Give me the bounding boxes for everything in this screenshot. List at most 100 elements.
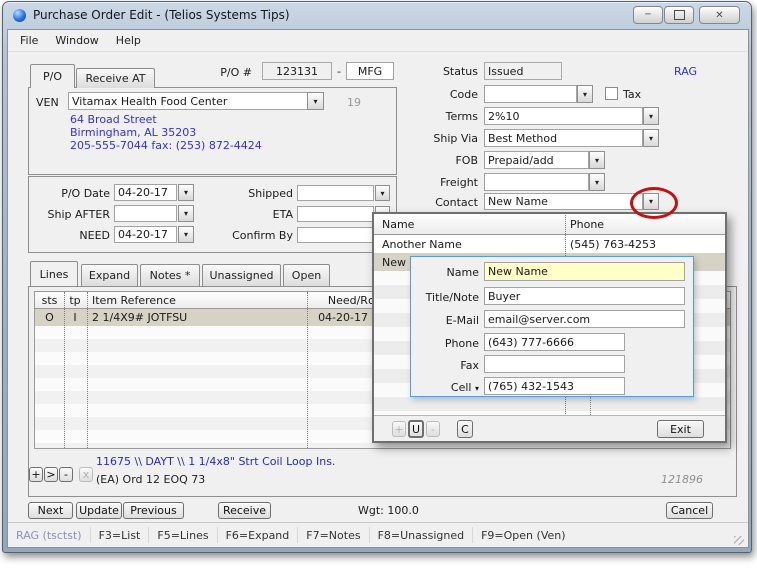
col-sts: sts <box>36 294 63 307</box>
row-tp: I <box>64 311 86 324</box>
tab-lines[interactable]: Lines <box>30 261 78 286</box>
x-icon: x <box>83 468 90 481</box>
ship-after-dropdown-button[interactable]: ▾ <box>178 205 194 222</box>
po-date-dropdown-button[interactable]: ▾ <box>178 184 194 201</box>
c-icon: C <box>461 423 469 436</box>
annotation-circle <box>630 187 678 219</box>
need-dropdown-button[interactable]: ▾ <box>178 226 194 243</box>
code-field[interactable] <box>484 85 577 103</box>
title-note-input[interactable]: Buyer <box>484 287 685 305</box>
screen: Purchase Order Edit - (Telios Systems Ti… <box>0 0 757 569</box>
ship-via-field[interactable]: Best Method <box>484 129 643 147</box>
rag-link[interactable]: RAG <box>674 65 697 78</box>
cancel-button[interactable]: Cancel <box>666 502 713 519</box>
contact-update-button[interactable]: U <box>408 420 424 438</box>
code-dropdown-button[interactable]: ▾ <box>577 85 593 103</box>
ship-after-label: Ship AFTER <box>28 208 110 221</box>
phone-input[interactable]: (643) 777-6666 <box>484 333 625 351</box>
line-add-button[interactable]: + <box>29 467 43 482</box>
po-date-field[interactable]: 04-20-17 <box>114 184 177 201</box>
contact-name-input[interactable]: New Name <box>484 262 685 281</box>
ship-via-dropdown-button[interactable]: ▾ <box>643 129 659 147</box>
window-title: Purchase Order Edit - (Telios Systems Ti… <box>33 8 290 22</box>
tab-expand[interactable]: Expand <box>81 264 138 286</box>
column-divider <box>64 292 65 448</box>
tax-checkbox[interactable] <box>605 87 618 100</box>
title-note-label: Title/Note <box>390 291 479 304</box>
freight-dropdown-button[interactable]: ▾ <box>589 173 605 191</box>
menu-help[interactable]: Help <box>109 31 151 51</box>
column-divider <box>87 292 88 448</box>
ship-after-field[interactable] <box>114 205 177 222</box>
freight-field[interactable] <box>484 173 589 191</box>
po-suffix-field[interactable]: MFG <box>346 62 394 80</box>
shipped-dropdown-button[interactable]: ▾ <box>375 185 390 201</box>
tab-receive-at[interactable]: Receive AT <box>76 68 155 88</box>
next-button[interactable]: Next <box>28 502 73 519</box>
update-button[interactable]: Update <box>76 502 122 519</box>
fob-field[interactable]: Prepaid/add <box>484 151 589 169</box>
receive-button[interactable]: Receive <box>218 502 271 519</box>
freight-label: Freight <box>390 176 478 189</box>
menu-file[interactable]: File <box>13 31 48 51</box>
contact-remove-button[interactable]: - <box>426 421 440 437</box>
line-remove-button[interactable]: - <box>59 467 73 482</box>
po-number-field[interactable]: 123131 <box>262 62 332 80</box>
tab-open[interactable]: Open <box>283 264 330 286</box>
ship-via-value: Best Method <box>488 132 557 145</box>
shipped-field[interactable] <box>297 185 374 201</box>
contact-copy-button[interactable]: C <box>457 420 473 438</box>
menu-window[interactable]: Window <box>48 31 108 51</box>
tab-notes-label: Notes * <box>150 269 191 282</box>
contact-popup-header <box>374 214 725 235</box>
minus-icon: - <box>64 468 68 481</box>
email-input[interactable]: email@server.com <box>484 310 685 328</box>
statusbar-key-f6: F6=Expand <box>218 527 299 543</box>
chevron-down-icon: ▾ <box>595 156 599 165</box>
tab-po[interactable]: P/O <box>30 64 75 88</box>
close-icon: ✕ <box>715 10 723 21</box>
terms-field[interactable]: 2%10 <box>484 107 643 125</box>
cell-label-text: Cell <box>451 381 472 394</box>
chevron-down-icon: ▾ <box>649 112 653 121</box>
col-item-reference: Item Reference <box>92 294 176 307</box>
eta-field[interactable] <box>297 206 374 222</box>
line-delete-button[interactable]: x <box>79 467 93 482</box>
close-button[interactable]: ✕ <box>699 6 740 24</box>
fob-dropdown-button[interactable]: ▾ <box>589 151 605 169</box>
cell-input[interactable]: (765) 432-1543 <box>484 377 625 395</box>
previous-button[interactable]: Previous <box>123 502 184 519</box>
chevron-down-icon: ▾ <box>380 189 384 198</box>
chevron-down-icon: ▾ <box>184 209 188 218</box>
tab-notes[interactable]: Notes * <box>140 264 200 286</box>
contact-add-button[interactable]: + <box>392 421 406 437</box>
tab-open-label: Open <box>292 269 321 282</box>
terms-value: 2%10 <box>488 110 519 123</box>
exit-button[interactable]: Exit <box>657 420 704 438</box>
chevron-down-icon: ▾ <box>649 134 653 143</box>
fax-input[interactable] <box>484 355 625 373</box>
email-label: E-Mail <box>390 314 479 327</box>
terms-label: Terms <box>390 110 478 123</box>
row-sts: O <box>36 311 63 324</box>
line-next-button[interactable]: > <box>44 467 58 482</box>
contact-field[interactable]: New Name <box>484 193 643 210</box>
resize-grip-icon[interactable] <box>734 536 744 545</box>
maximize-button[interactable] <box>664 6 694 24</box>
tab-lines-label: Lines <box>40 268 69 281</box>
line-detail-description: 11675 \\ DAYT \\ 1 1/4x8" Strt Coil Loop… <box>96 455 335 468</box>
row-item: 2 1/4X9# JOTFSU <box>92 311 187 324</box>
terms-dropdown-button[interactable]: ▾ <box>643 107 659 125</box>
next-button-label: Next <box>38 504 64 517</box>
cell-label[interactable]: Cell ▾ <box>390 381 479 394</box>
need-field[interactable]: 04-20-17 <box>114 226 177 243</box>
phone-value: (643) 777-6666 <box>488 336 574 349</box>
vendor-dropdown-button[interactable]: ▾ <box>307 92 324 110</box>
minus-icon: - <box>431 423 435 436</box>
chevron-down-icon: ▾ <box>475 384 479 393</box>
tab-unassigned[interactable]: Unassigned <box>202 264 281 286</box>
minimize-button[interactable]: ─ <box>633 6 663 24</box>
confirm-by-field[interactable] <box>297 227 374 243</box>
po-date-label: P/O Date <box>28 187 110 200</box>
vendor-combobox[interactable]: Vitamax Health Food Center <box>68 92 308 110</box>
